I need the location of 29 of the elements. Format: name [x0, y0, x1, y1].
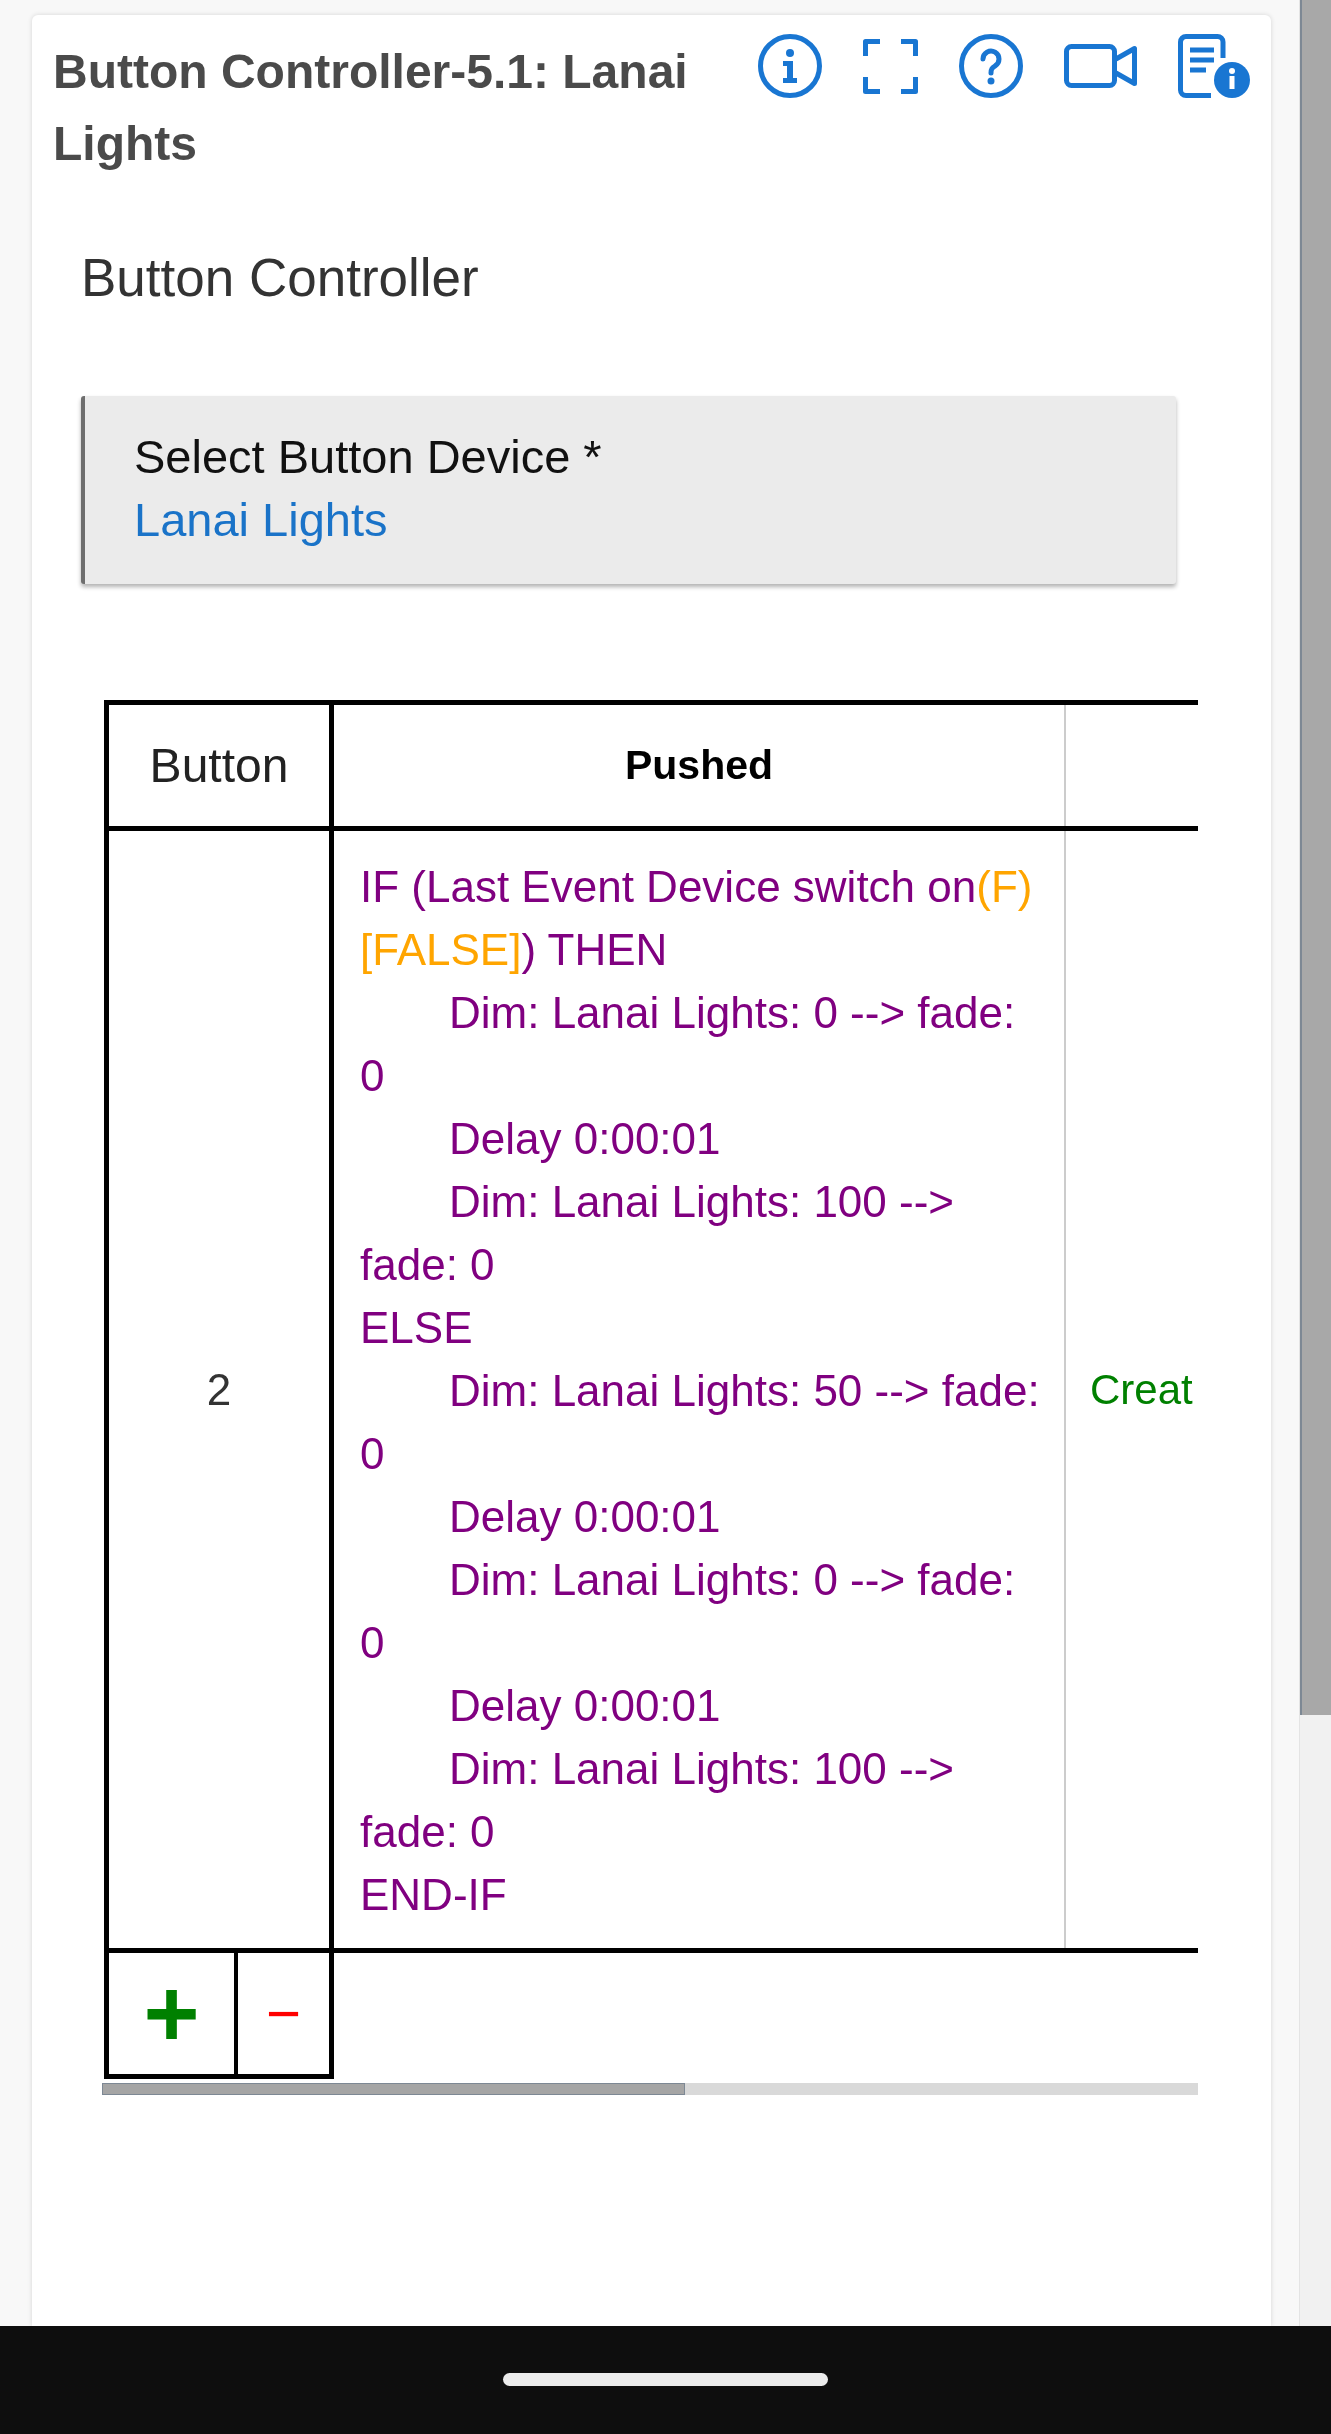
remove-button[interactable]: −	[238, 1953, 334, 2079]
document-info-icon[interactable]	[1178, 34, 1250, 98]
code-line: Dim: Lanai Lights: 0 --> fade: 0	[360, 987, 1017, 1102]
code-line: END-IF	[360, 1869, 508, 1921]
code-line: IF (Last Event Device switch on(F) [FALSE]) THEN	[360, 861, 1034, 976]
code-line: Delay 0:00:01	[448, 1680, 722, 1732]
code-line: Delay 0:00:01	[448, 1491, 722, 1543]
column-header: Button	[149, 738, 289, 793]
device-select[interactable]: Select Button Device * Lanai Lights	[81, 396, 1176, 584]
fullscreen-icon[interactable]	[863, 38, 918, 94]
code-line: Dim: Lanai Lights: 50 --> fade: 0	[360, 1365, 1041, 1480]
selected-device: Lanai Lights	[134, 492, 388, 548]
section-title: Button Controller	[81, 248, 479, 308]
help-icon[interactable]	[959, 34, 1023, 98]
video-camera-icon[interactable]	[1064, 44, 1137, 88]
info-icon[interactable]	[758, 34, 822, 98]
page-title: Button Controller-5.1: Lanai Lights	[53, 44, 689, 172]
add-button[interactable]: +	[104, 1953, 238, 2079]
code-line: Dim: Lanai Lights: 100 --> fade: 0	[360, 1743, 956, 1858]
code-line: ELSE	[360, 1302, 474, 1354]
table-cell: 2	[104, 831, 334, 1948]
page-scrollbar-thumb[interactable]	[1300, 0, 1331, 1715]
table-cell-text: Creat	[1089, 1364, 1194, 1415]
code-line: Dim: Lanai Lights: 100 --> fade: 0	[360, 1176, 956, 1291]
code-line: Delay 0:00:01	[448, 1113, 722, 1165]
scrollbar-thumb[interactable]	[102, 2083, 685, 2095]
code-line: Dim: Lanai Lights: 0 --> fade: 0	[360, 1554, 1017, 1669]
column-header: Pushed	[624, 742, 774, 789]
field-label: Select Button Device *	[134, 429, 602, 485]
